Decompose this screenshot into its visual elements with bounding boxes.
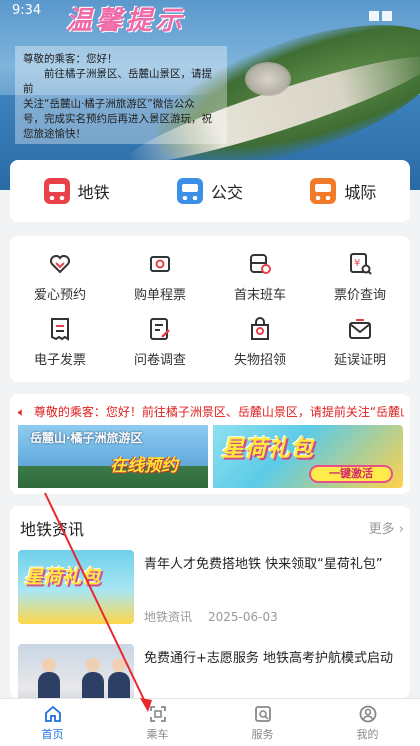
tab-ride[interactable]: 乘车 (123, 704, 193, 742)
notice-line: 号，完成实名预约后再进入景区游玩，祝 (23, 113, 212, 125)
chevron-right-icon: › (398, 522, 404, 537)
service-label: 票价查询 (333, 288, 386, 303)
service-single-ticket[interactable]: 购单程票 (110, 244, 210, 309)
news-item[interactable]: 免费通行+志愿服务 地铁高考护航模式启动 (18, 644, 410, 698)
service-label: 爱心预约 (33, 288, 86, 303)
news-header: 地铁资讯 (20, 520, 85, 539)
service-icon (254, 705, 271, 722)
transport-intercity-label: 城际 (344, 183, 377, 202)
transport-intercity[interactable]: 城际 (310, 178, 376, 204)
status-bar: 9:34 (0, 0, 420, 22)
news-source: 地铁资讯 (144, 610, 193, 624)
news-meta: 地铁资讯 2025-06-03 (144, 608, 278, 625)
staff-figure (38, 658, 60, 698)
service-label: 购单程票 (133, 288, 186, 303)
banner-left-subtitle: 在线预约 (110, 456, 178, 476)
news-date: 2025-06-03 (208, 610, 278, 624)
wifi-icon (369, 11, 379, 21)
news-more-label: 更多 (368, 522, 395, 537)
service-fare-query[interactable]: ¥ 票价查询 (310, 244, 410, 309)
status-time: 9:34 (12, 3, 42, 18)
tab-profile[interactable]: 我的 (333, 704, 403, 742)
notice-line: 尊敬的乘客：您好！ (23, 53, 118, 65)
hero-title: 温馨提示 (66, 6, 187, 36)
announcement-ticker[interactable]: 🔈︎ 尊敬的乘客：您好！前往橘子洲景区、岳麓山景区，请提前关注“岳麓山·橘子洲旅… (18, 403, 404, 420)
service-lost-found[interactable]: 失物招领 (210, 309, 310, 374)
service-label: 电子发票 (33, 353, 86, 368)
home-icon (44, 705, 61, 722)
banner-scenic-booking[interactable]: 岳麓山·橘子洲旅游区 在线预约 (18, 425, 208, 488)
news-more-link[interactable]: 更多 › (369, 518, 404, 537)
delay-mail-icon (349, 319, 371, 339)
banner-xinghe-gift[interactable]: 星荷礼包 一键激活 (213, 425, 403, 488)
promo-card: 🔈︎ 尊敬的乘客：您好！前往橘子洲景区、岳麓山景区，请提前关注“岳麓山·橘子洲旅… (10, 394, 410, 494)
tab-label: 首页 (41, 727, 64, 741)
user-icon (359, 705, 376, 722)
yen-search-icon: ¥ (350, 253, 372, 275)
service-survey[interactable]: 问卷调查 (110, 309, 210, 374)
heart-hand-icon (50, 255, 70, 274)
transport-metro-label: 地铁 (77, 183, 110, 202)
qr-scan-icon (149, 705, 166, 722)
status-icons (366, 6, 406, 21)
service-label: 延误证明 (333, 353, 386, 368)
news-title: 青年人才免费搭地铁 快来领取“星荷礼包” (144, 557, 383, 572)
service-label: 失物招领 (233, 353, 286, 368)
staff-figure (82, 658, 104, 698)
train-clock-icon (250, 254, 271, 274)
news-thumbnail: 星荷礼包 (18, 550, 134, 624)
tab-home[interactable]: 首页 (18, 704, 88, 742)
metro-icon (43, 178, 70, 204)
tab-service[interactable]: 服务 (228, 704, 298, 742)
notice-line: 关注“岳麓山·橘子洲旅游区”微信公众 (23, 98, 195, 110)
hero-notice: 尊敬的乘客：您好！ 前往橘子洲景区、岳麓山景区，请提前 关注“岳麓山·橘子洲旅游… (15, 46, 227, 144)
news-title: 免费通行+志愿服务 地铁高考护航模式启动 (144, 651, 394, 666)
bus-icon (176, 178, 203, 204)
svg-text:¥: ¥ (354, 258, 360, 269)
news-item[interactable]: 星荷礼包 青年人才免费搭地铁 快来领取“星荷礼包” 地铁资讯 2025-06-03 (18, 550, 410, 636)
activate-button[interactable]: 一键激活 (309, 465, 393, 483)
lost-found-icon (251, 317, 269, 340)
notice-line: 前往橘子洲景区、岳麓山景区，请提前 (23, 68, 212, 95)
news-thumbnail (18, 644, 134, 698)
transport-bus[interactable]: 公交 (176, 178, 243, 204)
transport-card: 地铁 公交 城际 (10, 160, 410, 222)
news-card: 地铁资讯 更多 › 星荷礼包 青年人才免费搭地铁 快来领取“星荷礼包” 地铁资讯… (10, 506, 410, 698)
tab-label: 服务 (251, 727, 274, 741)
service-first-last-train[interactable]: 首末班车 (210, 244, 310, 309)
banner-left-title: 岳麓山·橘子洲旅游区 (30, 431, 143, 445)
tab-label: 乘车 (146, 727, 169, 741)
invoice-icon (51, 318, 69, 341)
ticker-text: 尊敬的乘客：您好！前往橘子洲景区、岳麓山景区，请提前关注“岳麓山·橘子洲旅游区”… (33, 405, 404, 419)
tab-label: 我的 (356, 727, 379, 741)
speaker-icon: 🔈︎ (18, 405, 26, 419)
ticket-icon (150, 256, 170, 272)
transport-metro[interactable]: 地铁 (43, 178, 110, 204)
banner-right-title: 星荷礼包 (221, 436, 313, 462)
battery-icon (382, 11, 392, 21)
bottom-tab-bar: 首页 乘车 服务 我的 (0, 698, 420, 746)
services-grid: 爱心预约 购单程票 首末班车 ¥ 票价查询 电子发票 问卷调查 失物招领 延误证… (10, 236, 410, 382)
notice-line: 您旅途愉快！ (23, 128, 86, 140)
service-delay-certificate[interactable]: 延误证明 (310, 309, 410, 374)
intercity-train-icon (310, 178, 337, 204)
staff-figure (108, 658, 130, 698)
survey-icon (150, 318, 170, 340)
hero-statue (245, 62, 291, 96)
transport-bus-label: 公交 (210, 183, 243, 202)
news-thumb-text: 星荷礼包 (24, 566, 101, 588)
service-e-invoice[interactable]: 电子发票 (10, 309, 110, 374)
service-love-booking[interactable]: 爱心预约 (10, 244, 110, 309)
service-label: 首末班车 (233, 288, 286, 303)
service-label: 问卷调查 (133, 353, 186, 368)
